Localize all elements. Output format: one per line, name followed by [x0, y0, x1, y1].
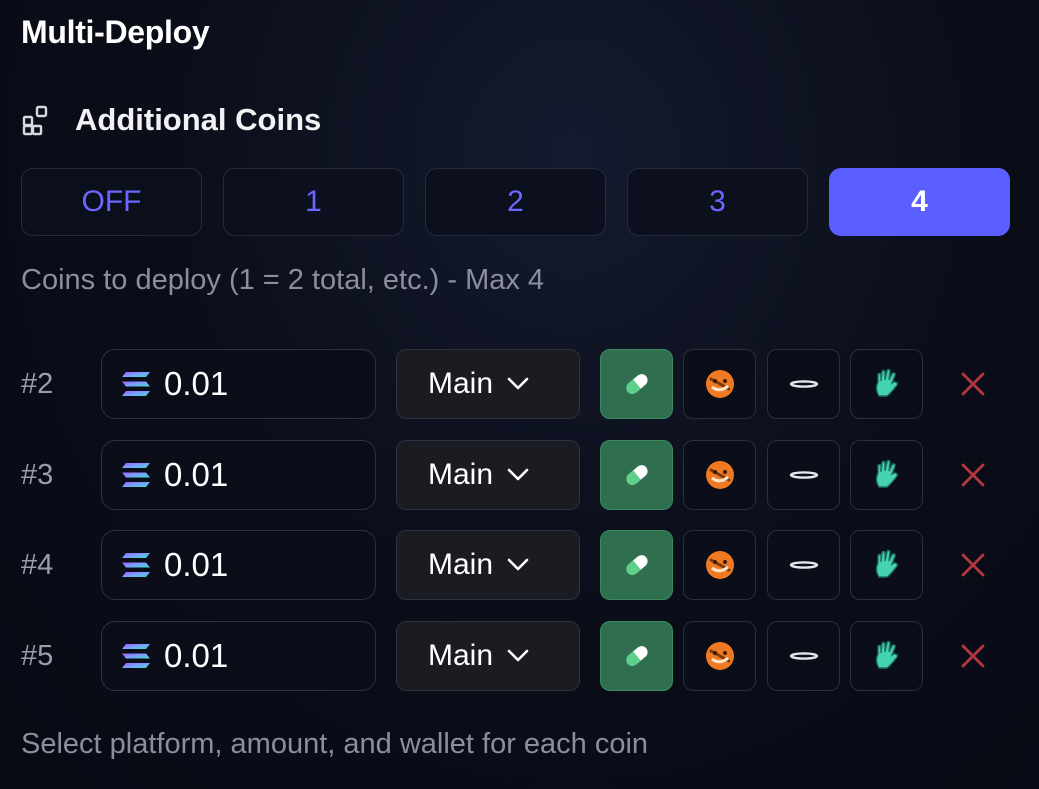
solana-icon [122, 463, 150, 487]
remove-coin-button[interactable] [951, 440, 995, 510]
section-title: Additional Coins [75, 102, 322, 137]
count-option-1[interactable]: 1 [223, 168, 404, 236]
wallet-dropdown[interactable]: Main [396, 349, 580, 419]
halo-ring-icon [789, 471, 818, 479]
platform-option-hand[interactable] [850, 440, 923, 510]
chevron-down-icon [507, 558, 529, 571]
platform-option-hand[interactable] [850, 621, 923, 691]
platform-option-hand[interactable] [850, 349, 923, 419]
count-option-2[interactable]: 2 [425, 168, 606, 236]
remove-coin-button[interactable] [951, 621, 995, 691]
amount-input[interactable]: 0.01 [101, 349, 376, 419]
platform-option-pill[interactable] [600, 621, 673, 691]
pill-icon [625, 374, 648, 394]
section-header: Additional Coins [21, 98, 321, 142]
amount-value: 0.01 [164, 637, 229, 674]
solana-icon [122, 644, 150, 668]
amount-input[interactable]: 0.01 [101, 440, 376, 510]
amount-input[interactable]: 0.01 [101, 530, 376, 600]
green-hand-icon [875, 640, 898, 669]
platform-option-pill[interactable] [600, 440, 673, 510]
orange-mascot-icon [705, 461, 734, 489]
wallet-dropdown[interactable]: Main [396, 440, 580, 510]
green-hand-icon [875, 459, 898, 488]
coin-index: #4 [21, 548, 54, 581]
close-icon [961, 463, 985, 487]
coin-index: #5 [21, 639, 54, 672]
platform-option-mascot[interactable] [683, 349, 756, 419]
coin-count-hint: Coins to deploy (1 = 2 total, etc.) - Ma… [21, 264, 545, 296]
orange-mascot-icon [705, 551, 734, 579]
wallet-label: Main [428, 367, 494, 400]
amount-value: 0.01 [164, 365, 229, 402]
amount-value: 0.01 [164, 456, 229, 493]
chevron-down-icon [507, 649, 529, 662]
platform-option-halo[interactable] [767, 349, 840, 419]
close-icon [961, 372, 985, 396]
solana-icon [122, 372, 150, 396]
wallet-dropdown[interactable]: Main [396, 621, 580, 691]
wallet-label: Main [428, 458, 494, 491]
platform-option-halo[interactable] [767, 621, 840, 691]
chevron-down-icon [507, 468, 529, 481]
orange-mascot-icon [705, 642, 734, 670]
footer-hint: Select platform, amount, and wallet for … [21, 728, 649, 760]
orange-mascot-icon [705, 370, 734, 398]
coin-count-selector: OFF 1 2 3 4 [21, 168, 1010, 236]
platform-option-halo[interactable] [767, 530, 840, 600]
platform-option-mascot[interactable] [683, 530, 756, 600]
pill-icon [625, 646, 648, 666]
halo-ring-icon [789, 380, 818, 388]
platform-option-mascot[interactable] [683, 440, 756, 510]
remove-coin-button[interactable] [951, 349, 995, 419]
platform-option-mascot[interactable] [683, 621, 756, 691]
count-option-off[interactable]: OFF [21, 168, 202, 236]
count-option-3[interactable]: 3 [627, 168, 808, 236]
halo-ring-icon [789, 652, 818, 660]
pill-icon [625, 555, 648, 575]
amount-input[interactable]: 0.01 [101, 621, 376, 691]
green-hand-icon [875, 368, 898, 397]
close-icon [961, 644, 985, 668]
wallet-label: Main [428, 639, 494, 672]
grid-plus-icon [22, 105, 48, 136]
count-option-4[interactable]: 4 [829, 168, 1010, 236]
wallet-label: Main [428, 548, 494, 581]
platform-option-pill[interactable] [600, 349, 673, 419]
coin-index: #3 [21, 458, 54, 491]
platform-option-halo[interactable] [767, 440, 840, 510]
close-icon [961, 553, 985, 577]
coin-index: #2 [21, 367, 54, 400]
platform-option-hand[interactable] [850, 530, 923, 600]
amount-value: 0.01 [164, 546, 229, 583]
platform-option-pill[interactable] [600, 530, 673, 600]
solana-icon [122, 553, 150, 577]
pill-icon [625, 465, 648, 485]
chevron-down-icon [507, 377, 529, 390]
remove-coin-button[interactable] [951, 530, 995, 600]
wallet-dropdown[interactable]: Main [396, 530, 580, 600]
green-hand-icon [875, 549, 898, 578]
page-title: Multi-Deploy [21, 14, 210, 50]
halo-ring-icon [789, 561, 818, 569]
